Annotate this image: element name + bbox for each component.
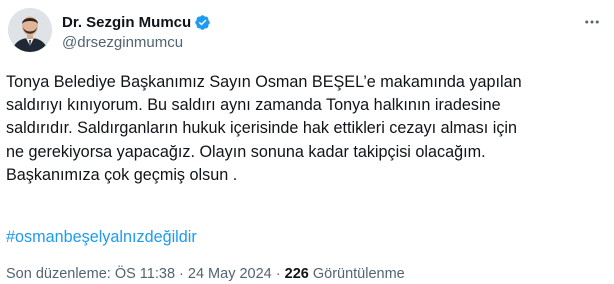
tweet-text: Tonya Belediye Başkanımız Sayın Osman BE…: [6, 71, 606, 187]
tweet-text-line: ne gerekiyorsa yapacağız. Olayın sonuna …: [6, 142, 486, 161]
hashtag-link[interactable]: #osmanbeşelyalnızdeğildir: [6, 228, 197, 247]
tweet-text-line: saldırıyı kınıyorum. Bu saldırı aynı zam…: [6, 96, 501, 115]
views-count: 226: [284, 266, 309, 282]
more-options-icon[interactable]: [582, 12, 602, 32]
author-names: Dr. Sezgin Mumcu @drsezginmumcu: [62, 8, 211, 51]
name-row: Dr. Sezgin Mumcu: [62, 12, 211, 32]
tweet-header: Dr. Sezgin Mumcu @drsezginmumcu: [8, 8, 211, 54]
tweet-meta: Son düzenleme: ÖS 11:38 · 24 May 2024 · …: [6, 266, 405, 282]
tweet-text-line: Başkanımıza çok geçmiş olsun .: [6, 165, 238, 184]
tweet-card: Dr. Sezgin Mumcu @drsezginmumcu Tonya Be…: [0, 0, 614, 284]
author-display-name[interactable]: Dr. Sezgin Mumcu: [62, 14, 191, 31]
verified-badge-icon: [194, 14, 211, 31]
author-handle[interactable]: @drsezginmumcu: [62, 34, 211, 51]
edited-timestamp[interactable]: Son düzenleme: ÖS 11:38 · 24 May 2024 ·: [6, 266, 285, 282]
views-label: Görüntülenme: [308, 266, 405, 282]
avatar[interactable]: [8, 8, 52, 52]
tweet-text-line: saldırıdır. Saldırganların hukuk içerisi…: [6, 119, 518, 138]
tweet-text-line: Tonya Belediye Başkanımız Sayın Osman BE…: [6, 73, 522, 91]
